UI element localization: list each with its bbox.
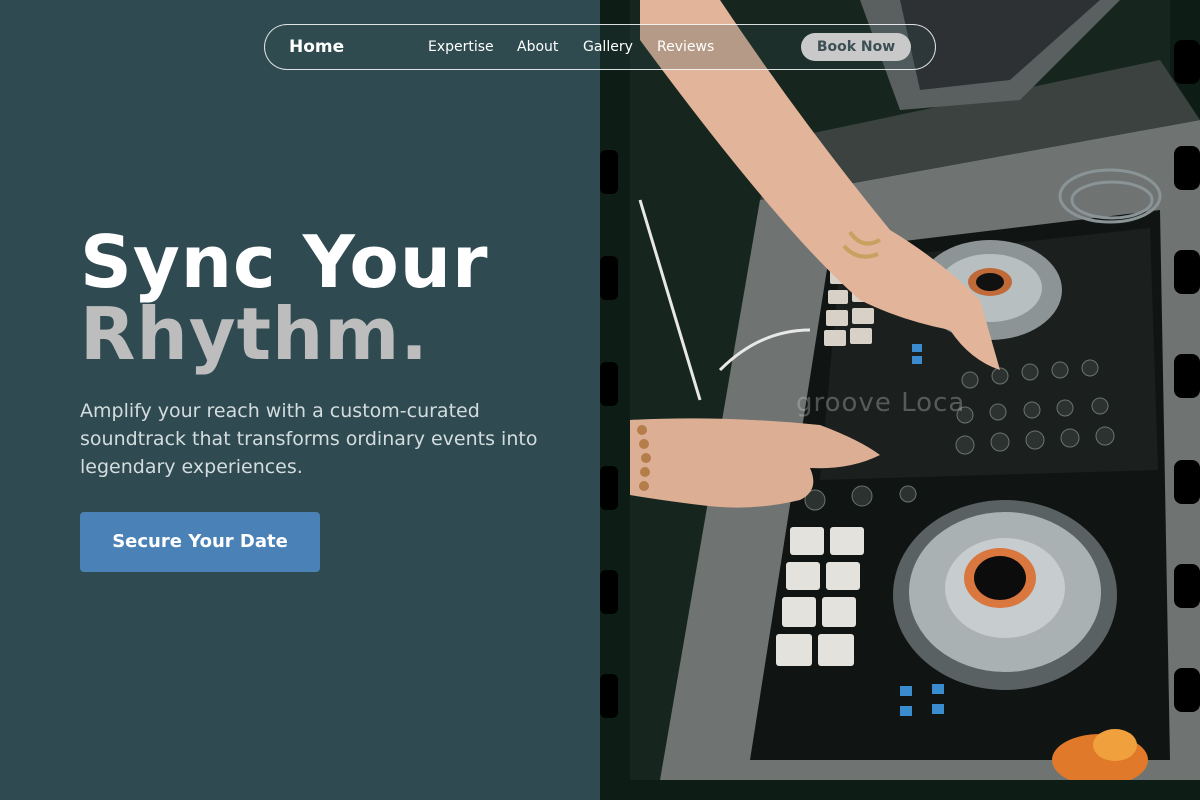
hero-panel: Sync Your Rhythm. Amplify your reach wit… — [0, 0, 600, 800]
nav-home-link[interactable]: Home — [289, 37, 344, 57]
nav-link-reviews[interactable]: Reviews — [657, 39, 714, 55]
nav-link-gallery[interactable]: Gallery — [583, 39, 633, 55]
hero-title-line2: Rhythm. — [80, 292, 429, 376]
book-now-button[interactable]: Book Now — [801, 33, 911, 61]
hero-title: Sync Your Rhythm. — [80, 226, 489, 370]
secure-date-button[interactable]: Secure Your Date — [80, 512, 320, 572]
hero-title-line1: Sync Your — [80, 220, 489, 304]
top-navbar: Home Expertise About Gallery Reviews Boo… — [264, 24, 936, 70]
nav-link-expertise[interactable]: Expertise — [428, 39, 494, 55]
hero-subtitle: Amplify your reach with a custom-curated… — [80, 400, 538, 478]
photo-watermark: groove Loca — [796, 388, 966, 418]
nav-link-about[interactable]: About — [517, 39, 558, 55]
